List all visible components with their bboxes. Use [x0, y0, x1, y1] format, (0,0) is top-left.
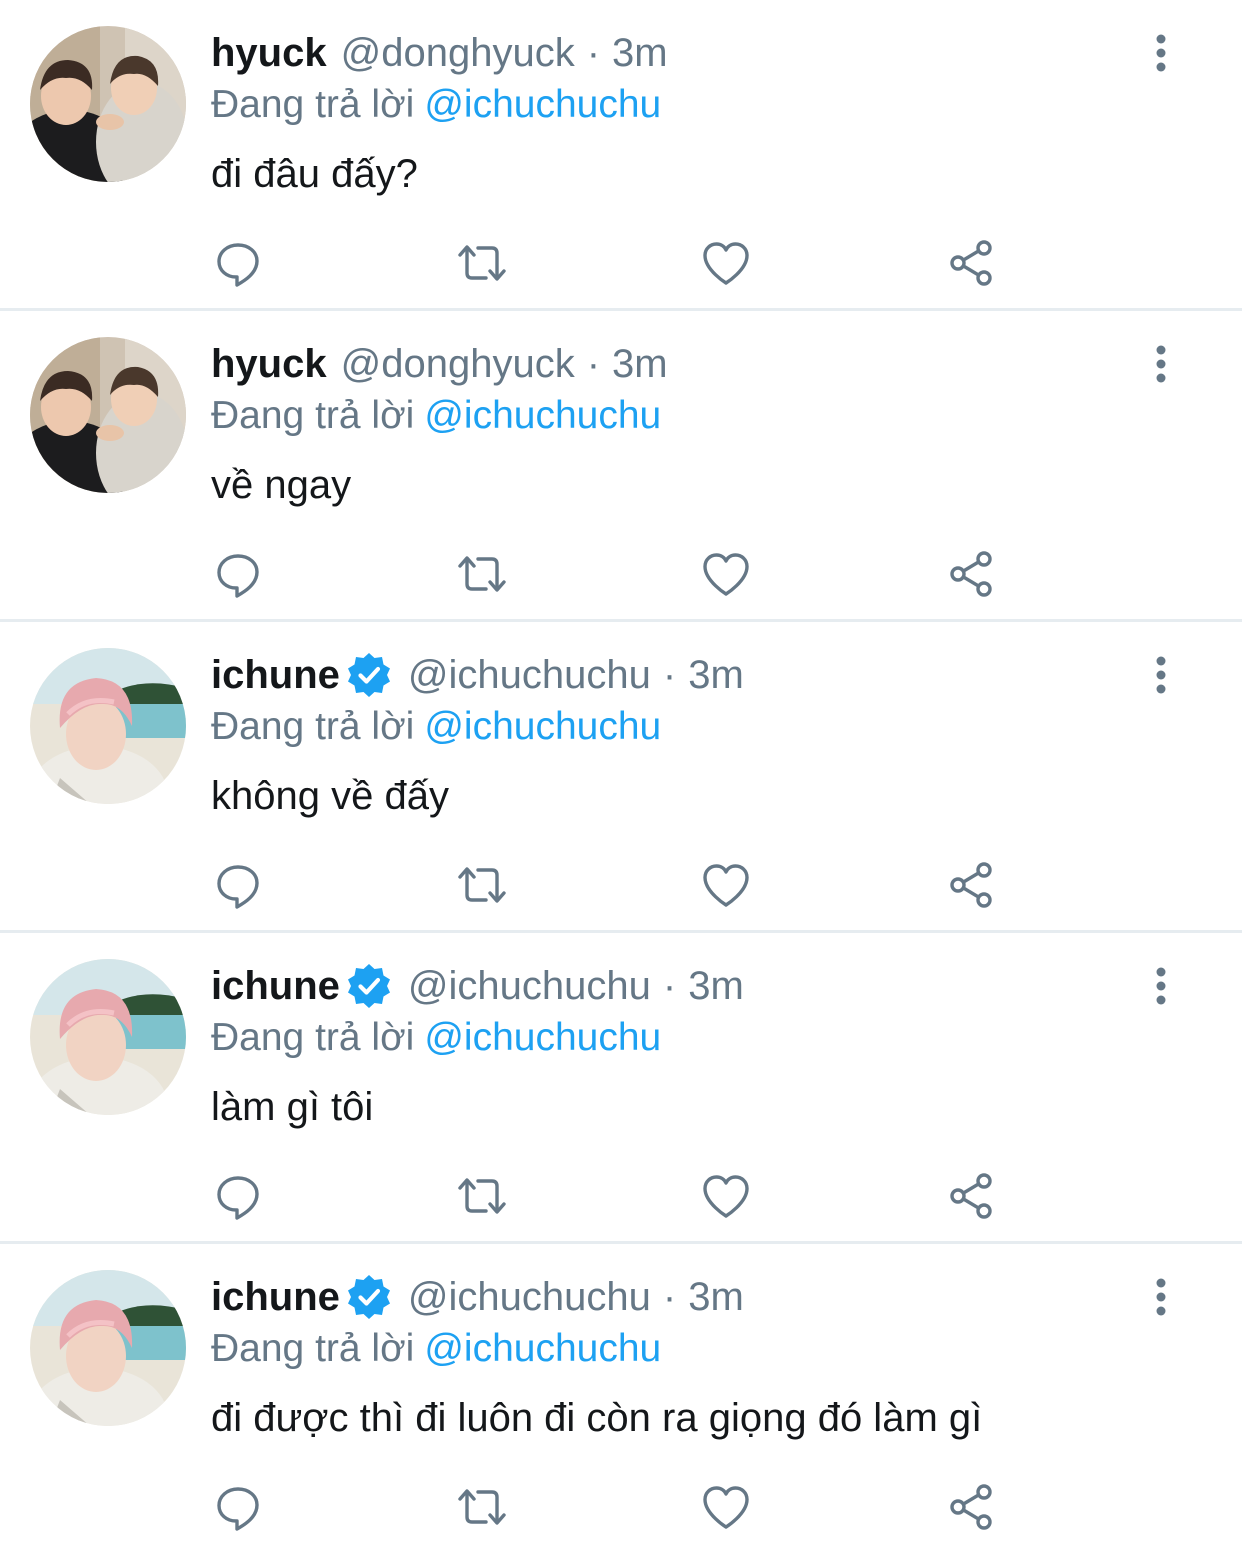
replying-to: Đang trả lời @ichuchuchu [211, 1015, 661, 1061]
reply-icon[interactable] [211, 858, 265, 912]
tweet-text: đi được thì đi luôn đi còn ra giọng đó l… [211, 1396, 983, 1440]
heart-icon[interactable] [699, 858, 753, 912]
timestamp[interactable]: 3m [688, 1274, 744, 1320]
separator-dot: · [586, 342, 601, 386]
timestamp[interactable]: 3m [688, 652, 744, 698]
tweet-actions [0, 547, 1242, 601]
tweet[interactable]: hyuck @donghyuck · 3m Đang trả lời @ichuc… [0, 0, 1242, 311]
heart-icon[interactable] [699, 1480, 753, 1534]
heart-icon[interactable] [699, 1169, 753, 1223]
separator-dot: · [586, 31, 601, 75]
tweet-text: đi đâu đấy? [211, 152, 418, 196]
tweet-text: về ngay [211, 463, 352, 507]
more-vertical-icon[interactable] [1140, 343, 1182, 385]
tweet-actions [0, 1480, 1242, 1534]
timestamp[interactable]: 3m [688, 963, 744, 1009]
tweet-actions [0, 1169, 1242, 1223]
reply-icon[interactable] [211, 236, 265, 290]
reply-icon[interactable] [211, 1480, 265, 1534]
replying-to-handle[interactable]: @ichuchuchu [424, 394, 661, 437]
avatar[interactable] [30, 959, 186, 1115]
retweet-icon[interactable] [455, 1169, 509, 1223]
tweet-header: hyuck @donghyuck · 3m [211, 341, 668, 387]
avatar[interactable] [30, 337, 186, 493]
share-icon[interactable] [944, 1169, 998, 1223]
display-name[interactable]: ichune [211, 963, 340, 1009]
replying-to-handle[interactable]: @ichuchuchu [424, 705, 661, 748]
reply-icon[interactable] [211, 547, 265, 601]
avatar[interactable] [30, 648, 186, 804]
display-name[interactable]: hyuck [211, 341, 327, 387]
share-icon[interactable] [944, 858, 998, 912]
tweet-actions [0, 236, 1242, 290]
replying-to: Đang trả lời @ichuchuchu [211, 704, 661, 750]
verified-badge-icon [344, 961, 394, 1011]
tweet-header: ichune @ichuchuchu · 3m [211, 1274, 744, 1320]
tweet-header: hyuck @donghyuck · 3m [211, 30, 668, 76]
replying-to-label: Đang trả lời [211, 705, 415, 748]
replying-to: Đang trả lời @ichuchuchu [211, 393, 661, 439]
timestamp[interactable]: 3m [612, 341, 668, 387]
share-icon[interactable] [944, 547, 998, 601]
user-handle[interactable]: @donghyuck [341, 341, 575, 387]
separator-dot: · [662, 653, 677, 697]
user-handle[interactable]: @ichuchuchu [408, 963, 651, 1009]
reply-icon[interactable] [211, 1169, 265, 1223]
tweet-text: làm gì tôi [211, 1085, 374, 1129]
tweet[interactable]: ichune @ichuchuchu · 3m Đang trả lời @ich… [0, 1244, 1242, 1555]
avatar[interactable] [30, 1270, 186, 1426]
timestamp[interactable]: 3m [612, 30, 668, 76]
replying-to-handle[interactable]: @ichuchuchu [424, 1016, 661, 1059]
share-icon[interactable] [944, 1480, 998, 1534]
more-vertical-icon[interactable] [1140, 1276, 1182, 1318]
tweet-header: ichune @ichuchuchu · 3m [211, 963, 744, 1009]
replying-to-label: Đang trả lời [211, 83, 415, 126]
display-name[interactable]: hyuck [211, 30, 327, 76]
replying-to-label: Đang trả lời [211, 1327, 415, 1370]
user-handle[interactable]: @ichuchuchu [408, 652, 651, 698]
more-vertical-icon[interactable] [1140, 654, 1182, 696]
display-name[interactable]: ichune [211, 652, 340, 698]
tweet[interactable]: hyuck @donghyuck · 3m Đang trả lời @ichuc… [0, 311, 1242, 622]
tweet[interactable]: ichune @ichuchuchu · 3m Đang trả lời @ich… [0, 933, 1242, 1244]
heart-icon[interactable] [699, 236, 753, 290]
retweet-icon[interactable] [455, 547, 509, 601]
more-vertical-icon[interactable] [1140, 965, 1182, 1007]
replying-to-handle[interactable]: @ichuchuchu [424, 1327, 661, 1370]
heart-icon[interactable] [699, 547, 753, 601]
separator-dot: · [662, 1275, 677, 1319]
verified-badge-icon [344, 650, 394, 700]
display-name[interactable]: ichune [211, 1274, 340, 1320]
user-handle[interactable]: @donghyuck [341, 30, 575, 76]
share-icon[interactable] [944, 236, 998, 290]
retweet-icon[interactable] [455, 1480, 509, 1534]
replying-to-label: Đang trả lời [211, 1016, 415, 1059]
replying-to: Đang trả lời @ichuchuchu [211, 1326, 661, 1372]
retweet-icon[interactable] [455, 858, 509, 912]
user-handle[interactable]: @ichuchuchu [408, 1274, 651, 1320]
tweet-text: không về đấy [211, 774, 449, 818]
verified-badge-icon [344, 1272, 394, 1322]
avatar[interactable] [30, 26, 186, 182]
tweet-actions [0, 858, 1242, 912]
replying-to-label: Đang trả lời [211, 394, 415, 437]
replying-to: Đang trả lời @ichuchuchu [211, 82, 661, 128]
more-vertical-icon[interactable] [1140, 32, 1182, 74]
tweet-header: ichune @ichuchuchu · 3m [211, 652, 744, 698]
separator-dot: · [662, 964, 677, 1008]
replying-to-handle[interactable]: @ichuchuchu [424, 83, 661, 126]
tweet[interactable]: ichune @ichuchuchu · 3m Đang trả lời @ich… [0, 622, 1242, 933]
timeline: hyuck @donghyuck · 3m Đang trả lời @ichuc… [0, 0, 1242, 1555]
retweet-icon[interactable] [455, 236, 509, 290]
